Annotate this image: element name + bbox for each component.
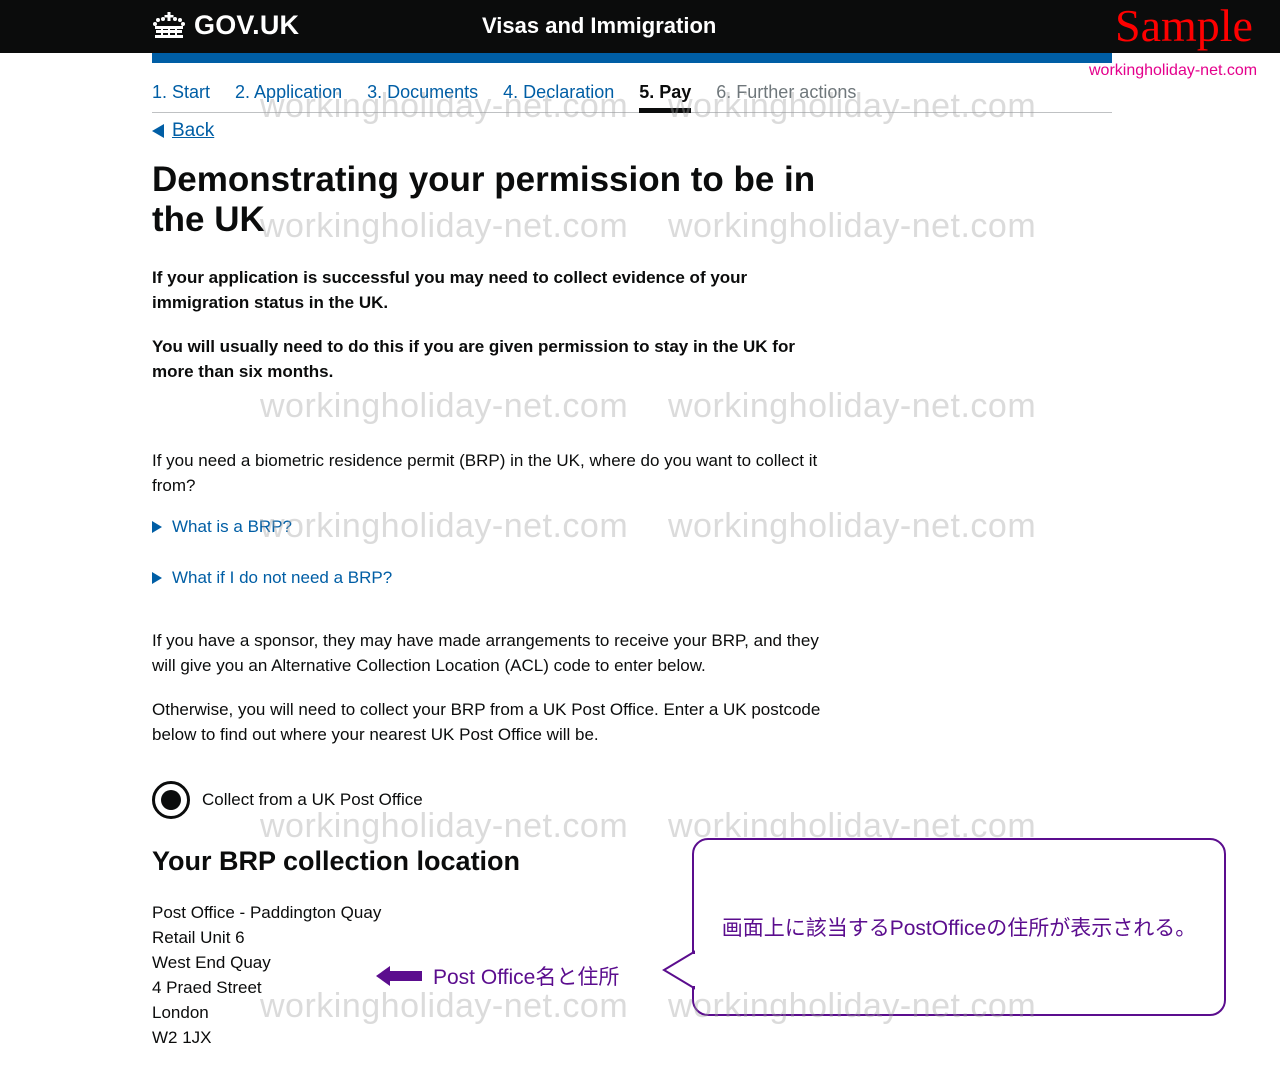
address-line: London <box>152 1003 209 1022</box>
site-header: GOV.UK Visas and Immigration Sample <box>0 0 1280 53</box>
address-line: W2 1JX <box>152 1028 212 1047</box>
back-link-label: Back <box>172 120 215 141</box>
step-pay[interactable]: 5. Pay <box>639 80 692 113</box>
back-arrow-icon <box>152 124 164 138</box>
step-application[interactable]: 2. Application <box>235 80 342 112</box>
step-further-actions: 6. Further actions <box>716 82 857 102</box>
annotation-arrow-left-icon <box>376 966 422 986</box>
details-what-is-brp[interactable]: What is a BRP? <box>152 517 292 537</box>
lead-paragraph-2: You will usually need to do this if you … <box>152 337 795 381</box>
brp-question: If you need a biometric residence permit… <box>152 451 818 495</box>
details-label: What is a BRP? <box>172 517 292 536</box>
collection-address: Post Office - Paddington Quay Retail Uni… <box>152 900 381 1050</box>
step-declaration[interactable]: 4. Declaration <box>503 80 614 112</box>
header-blue-bar <box>152 53 1112 63</box>
annotation-label: Post Office名と住所 <box>433 966 620 989</box>
step-start[interactable]: 1. Start <box>152 80 210 112</box>
address-line: West End Quay <box>152 953 271 972</box>
watermark: workingholiday-net.com <box>668 507 1037 545</box>
triangle-right-icon <box>152 521 162 533</box>
section-title: Your BRP collection location <box>152 846 521 876</box>
details-no-brp-needed[interactable]: What if I do not need a BRP? <box>152 568 392 588</box>
address-line: Post Office - Paddington Quay <box>152 903 382 922</box>
radio-button[interactable] <box>152 781 190 819</box>
watermark: workingholiday-net.com <box>260 507 629 545</box>
triangle-right-icon <box>152 572 162 584</box>
logo-text: GOV.UK <box>194 10 300 40</box>
details-label: What if I do not need a BRP? <box>172 568 393 587</box>
site-credit: workingholiday-net.com <box>1089 62 1258 79</box>
page-title: Demonstrating your permission to be in t… <box>152 160 816 239</box>
progress-steps: 1. Start 2. Application 3. Documents 4. … <box>152 80 1112 113</box>
govuk-logo-link[interactable]: GOV.UK <box>152 10 299 41</box>
sample-label: Sample <box>1115 0 1253 51</box>
radio-selected-dot <box>161 790 181 810</box>
callout-text: 画面上に該当するPostOfficeの住所が表示される。 <box>721 917 1197 940</box>
back-link[interactable]: Back <box>152 120 214 142</box>
lead-paragraph-1: If your application is successful you ma… <box>152 268 748 312</box>
address-line: 4 Praed Street <box>152 978 262 997</box>
post-office-paragraph: Otherwise, you will need to collect your… <box>152 700 821 744</box>
sponsor-paragraph: If you have a sponsor, they may have mad… <box>152 631 819 675</box>
radio-label: Collect from a UK Post Office <box>202 790 423 809</box>
address-line: Retail Unit 6 <box>152 928 245 947</box>
watermark: workingholiday-net.com <box>668 387 1037 425</box>
step-documents[interactable]: 3. Documents <box>367 80 478 112</box>
annotation-callout: 画面上に該当するPostOfficeの住所が表示される。 <box>692 838 1226 1016</box>
callout-tail-icon <box>662 950 696 990</box>
service-name[interactable]: Visas and Immigration <box>482 13 716 39</box>
watermark: workingholiday-net.com <box>260 387 629 425</box>
crown-icon <box>153 11 185 38</box>
radio-collect-post-office[interactable]: Collect from a UK Post Office <box>152 781 423 819</box>
